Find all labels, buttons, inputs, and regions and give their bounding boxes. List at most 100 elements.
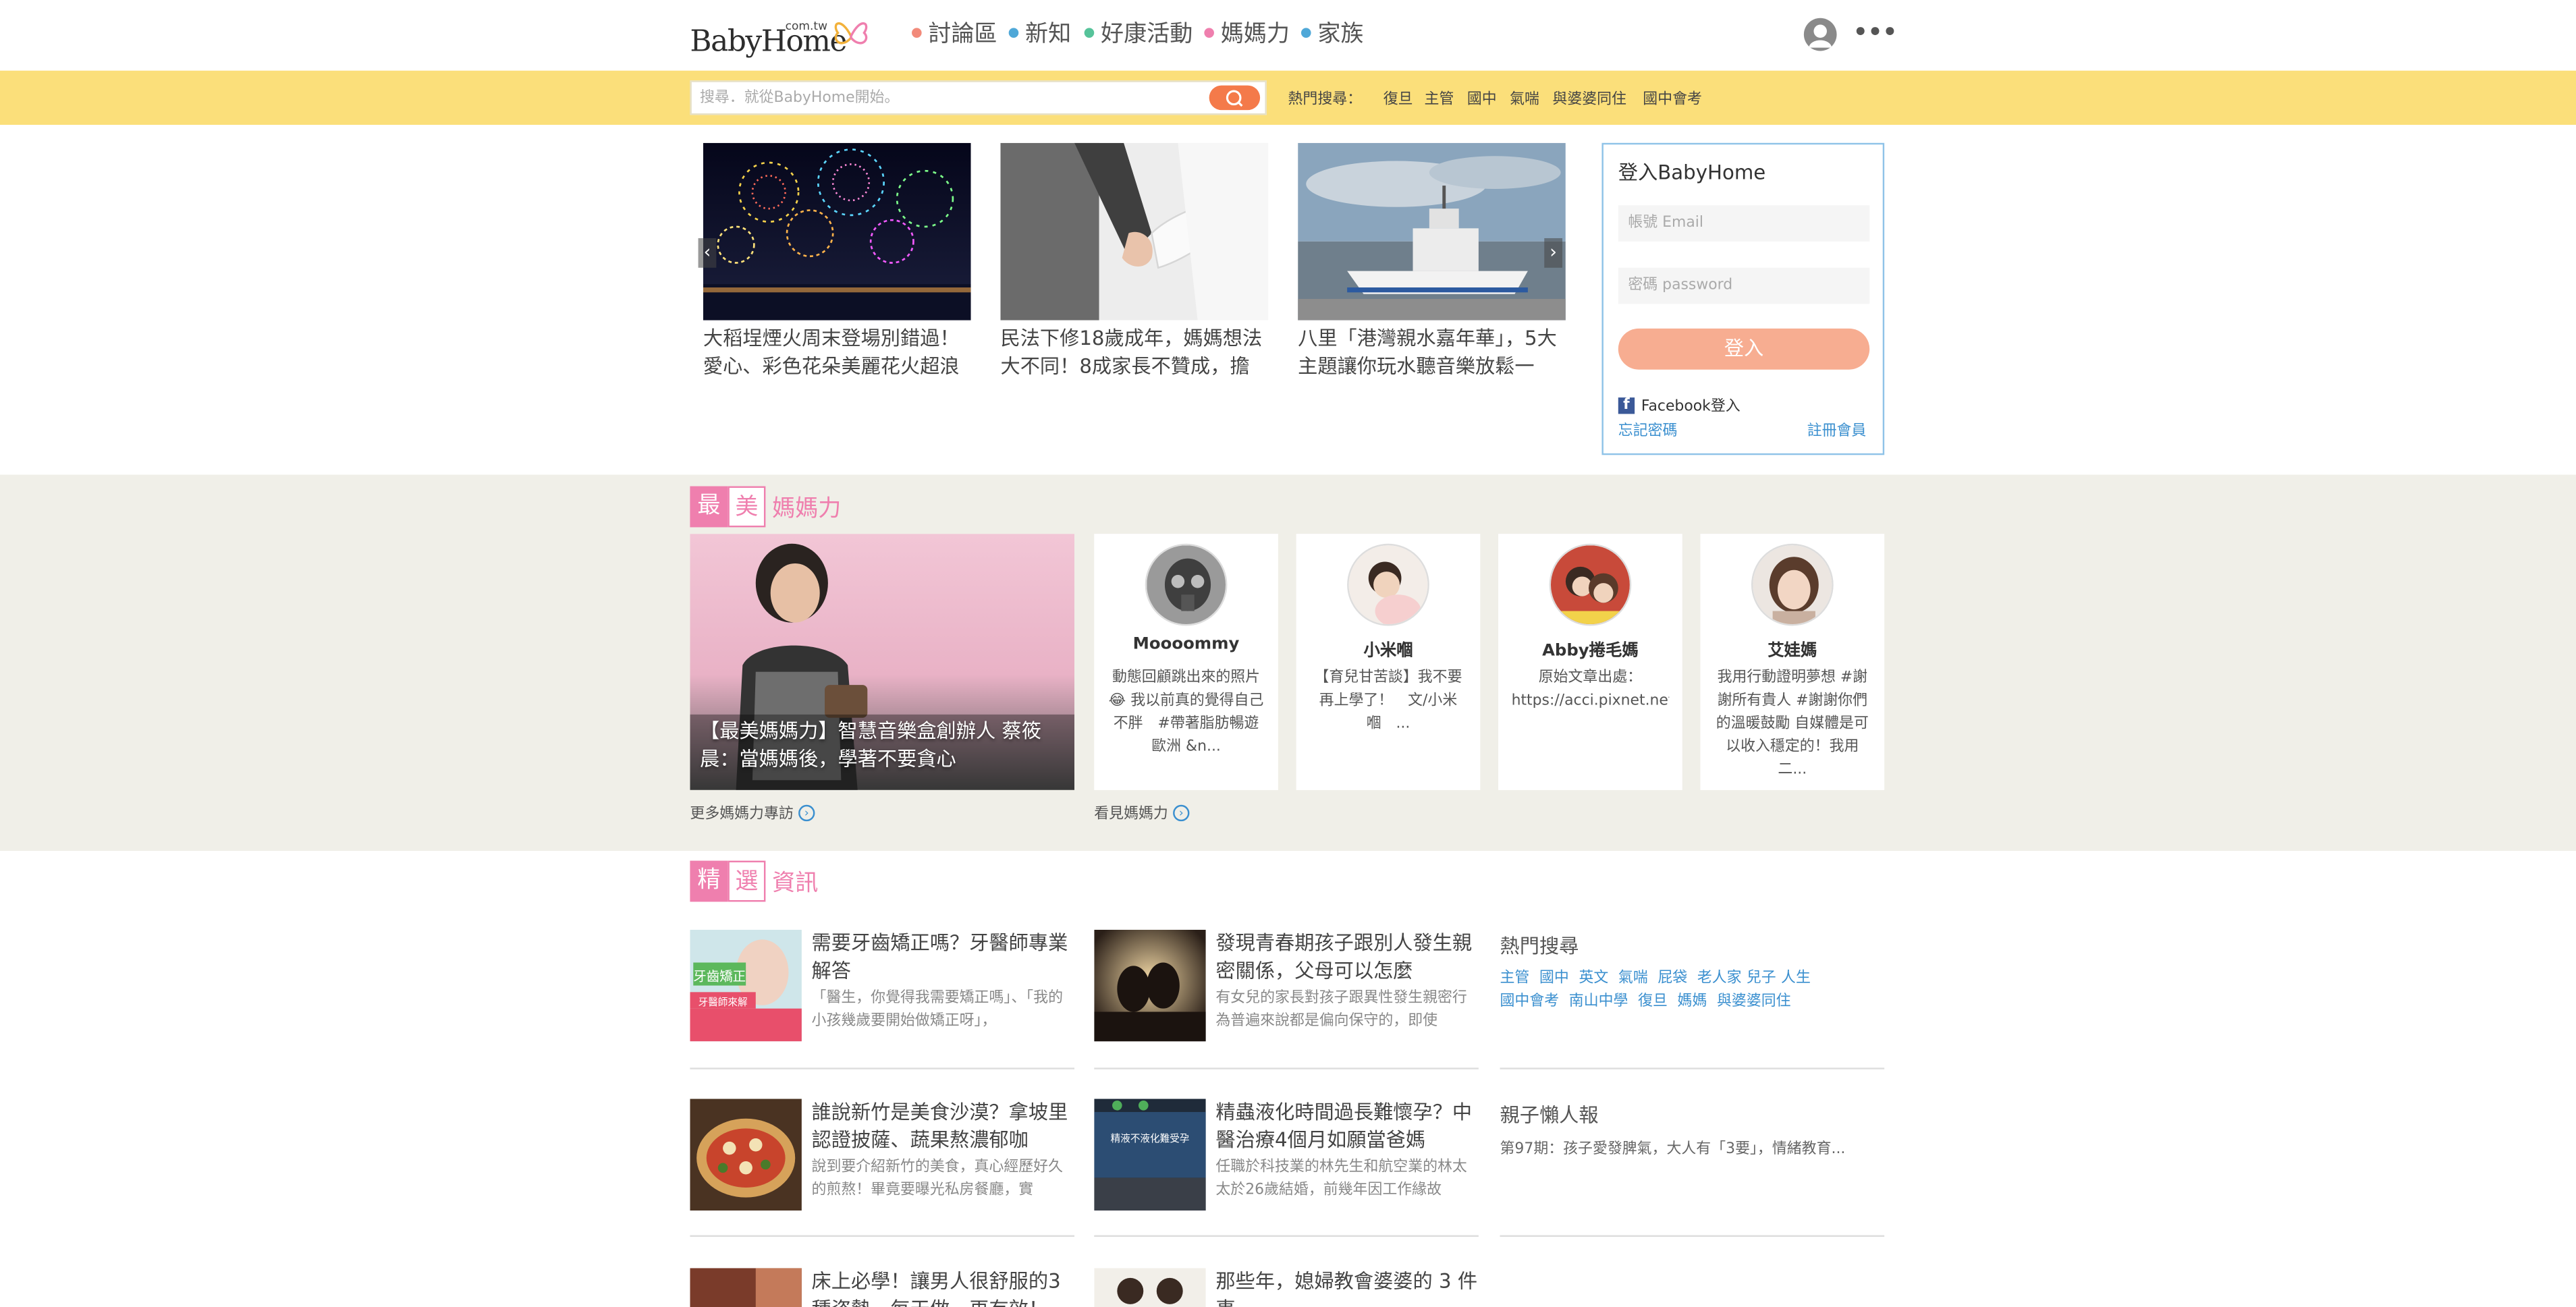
news-excerpt: 有女兒的家長對孩子跟異性發生親密行為普遍來說都是偏向保守的，即使 bbox=[1215, 990, 1467, 1030]
more-interviews-label: 更多媽媽力專訪 bbox=[690, 806, 794, 823]
divider bbox=[1094, 1235, 1479, 1238]
search-icon bbox=[1226, 90, 1243, 107]
news-title[interactable]: 發現青春期孩子跟別人發生親密關係，父母可以怎麼 bbox=[1215, 930, 1478, 986]
hot-keyword[interactable]: 國中會考 bbox=[1643, 87, 1702, 108]
hot-tag[interactable]: 人生 bbox=[1781, 971, 1811, 987]
news-thumbnail[interactable] bbox=[690, 1099, 802, 1211]
nav-forum[interactable]: 討論區 bbox=[912, 16, 997, 49]
nav-dot-icon bbox=[1204, 28, 1214, 38]
more-menu-icon[interactable]: ••• bbox=[1853, 20, 1897, 46]
hot-tag[interactable]: 英文 bbox=[1579, 971, 1608, 987]
slide-caption[interactable]: 大稻埕煙火周末登場別錯過！愛心、彩色花朵美麗花火超浪 bbox=[703, 325, 975, 385]
nav-forum-label: 討論區 bbox=[928, 21, 997, 48]
login-button[interactable]: 登入 bbox=[1618, 328, 1870, 370]
search-button[interactable] bbox=[1209, 85, 1261, 111]
blogger-excerpt: 我用行動證明夢想 #謝謝所有貴人 #謝謝你們的溫暖鼓勵 自媒體是可以收入穩定的！… bbox=[1716, 670, 1869, 779]
search-input[interactable] bbox=[700, 85, 1193, 112]
nav-dot-icon bbox=[1008, 28, 1019, 38]
login-panel: 登入BabyHome 登入 f Facebook登入 忘記密碼 註冊會員 bbox=[1601, 142, 1885, 455]
blogger-card[interactable]: 艾娃媽 我用行動證明夢想 #謝謝所有貴人 #謝謝你們的溫暖鼓勵 自媒體是可以收入… bbox=[1700, 534, 1885, 790]
hot-tag[interactable]: 與婆婆同住 bbox=[1717, 994, 1791, 1010]
slide-caption[interactable]: 八里「港灣親水嘉年華」，5大主題讓你玩水聽音樂放鬆一 bbox=[1298, 325, 1569, 385]
news-title[interactable]: 那些年，媳婦教會婆婆的 3 件事 bbox=[1215, 1268, 1478, 1307]
hot-tag[interactable]: 主管 bbox=[1500, 971, 1530, 987]
thumb-text: 牙齒矯正 bbox=[693, 968, 746, 984]
hot-search-tags: 主管 國中 英文 氣喘 屁袋 老人家 兒子 人生 國中會考 南山中學 復旦 媽媽 與婆婆同住 bbox=[1500, 968, 1885, 1013]
see-mom-power-label: 看見媽媽力 bbox=[1094, 806, 1168, 823]
section-title-char: 最 bbox=[690, 486, 728, 528]
carousel-prev-button[interactable]: ‹ bbox=[698, 238, 717, 268]
email-field[interactable] bbox=[1618, 205, 1870, 242]
divider bbox=[690, 1235, 1075, 1238]
hot-tag[interactable]: 氣喘 bbox=[1618, 971, 1648, 987]
babyhome-logo[interactable]: BabyHome com.tw bbox=[690, 13, 871, 59]
slide-image-fireworks[interactable] bbox=[703, 142, 971, 321]
hot-tag[interactable]: 國中 bbox=[1539, 971, 1569, 987]
nav-mom-power[interactable]: 媽媽力 bbox=[1204, 16, 1290, 49]
section-title-mom-power: 最 美 媽媽力 bbox=[690, 486, 841, 528]
news-excerpt: 說到要介紹新竹的美食，真心經歷好久的煎熬！畢竟要曝光私房餐廳，實 bbox=[811, 1159, 1064, 1200]
hot-keyword[interactable]: 復旦 bbox=[1383, 87, 1413, 108]
news-title[interactable]: 需要牙齒矯正嗎？牙醫師專業解答 bbox=[812, 930, 1074, 986]
chevron-right-icon: › bbox=[798, 804, 815, 821]
divider bbox=[1500, 1067, 1885, 1069]
slide-image-hands[interactable] bbox=[1000, 142, 1269, 321]
nav-news[interactable]: 新知 bbox=[1008, 16, 1072, 49]
nav-mom-power-label: 媽媽力 bbox=[1220, 21, 1290, 48]
facebook-login-link[interactable]: f Facebook登入 bbox=[1618, 394, 1741, 416]
carousel-next-button[interactable]: › bbox=[1544, 238, 1563, 268]
news-title[interactable]: 床上必學！讓男人很舒服的3種姿勢，每天做，再有效！ bbox=[812, 1268, 1074, 1307]
more-interviews-link[interactable]: 更多媽媽力專訪 › bbox=[690, 802, 815, 823]
login-title: 登入BabyHome bbox=[1618, 161, 1766, 184]
divider bbox=[1094, 1067, 1479, 1069]
password-field[interactable] bbox=[1618, 267, 1870, 304]
feature-article[interactable]: 【最美媽媽力】智慧音樂盒創辦人 蔡筱晨：當媽媽後，學著不要貪心 bbox=[690, 534, 1075, 790]
see-mom-power-link[interactable]: 看見媽媽力 › bbox=[1094, 802, 1190, 823]
blogger-name: 小米嗰 bbox=[1363, 642, 1413, 661]
news-title[interactable]: 誰說新竹是美食沙漠？拿坡里認證披薩、蔬果熬濃郁咖 bbox=[812, 1099, 1074, 1155]
forgot-password-link[interactable]: 忘記密碼 bbox=[1618, 419, 1678, 440]
hot-tag[interactable]: 兒子 bbox=[1747, 971, 1776, 987]
hot-keyword[interactable]: 主管 bbox=[1425, 87, 1454, 108]
register-link[interactable]: 註冊會員 bbox=[1807, 419, 1867, 440]
hot-tag[interactable]: 復旦 bbox=[1638, 994, 1668, 1010]
weekly-report-text[interactable]: 第97期：孩子愛發脾氣，大人有「3要」，情緒教育... bbox=[1500, 1137, 1885, 1158]
hot-keyword[interactable]: 與婆婆同住 bbox=[1552, 87, 1626, 108]
blogger-excerpt: 【育兒甘苦談】我不要再上學了！ 文/小米嗰 ... bbox=[1314, 670, 1462, 733]
nav-news-label: 新知 bbox=[1025, 21, 1072, 48]
nav-events[interactable]: 好康活動 bbox=[1084, 16, 1193, 49]
slide-image-ship[interactable] bbox=[1298, 142, 1566, 321]
news-thumbnail[interactable] bbox=[1094, 929, 1206, 1042]
blogger-avatar bbox=[1751, 543, 1834, 626]
hot-tag[interactable]: 媽媽 bbox=[1678, 994, 1707, 1010]
news-thumbnail[interactable]: 牙齒矯正 牙醫師來解 bbox=[690, 929, 802, 1042]
nav-family[interactable]: 家族 bbox=[1300, 16, 1364, 49]
blogger-name: Abby捲毛媽 bbox=[1542, 642, 1639, 661]
blogger-excerpt: 動態回顧跳出來的照片😂 我以前真的覺得自己不胖 #帶著脂肪暢遊歐洲 &n... bbox=[1108, 670, 1264, 756]
hot-search-heading: 熱門搜尋 bbox=[1500, 935, 1579, 958]
section-title-char: 美 bbox=[728, 486, 766, 528]
nav-dot-icon bbox=[1084, 28, 1095, 38]
hot-tag[interactable]: 老人家 bbox=[1697, 971, 1742, 987]
thumb-text: 牙醫師來解 bbox=[698, 997, 748, 1008]
hot-tag[interactable]: 屁袋 bbox=[1657, 971, 1687, 987]
blogger-excerpt: 原始文章出處：https://acci.pixnet.net/b bbox=[1511, 670, 1670, 710]
hot-keyword[interactable]: 氣喘 bbox=[1510, 87, 1539, 108]
slide-caption[interactable]: 民法下修18歲成年，媽媽想法大不同！8成家長不贊成，擔 bbox=[1000, 325, 1271, 385]
nav-family-label: 家族 bbox=[1317, 21, 1364, 48]
news-thumbnail[interactable]: 精液不液化難受孕 bbox=[1094, 1099, 1206, 1211]
section-title-rest: 媽媽力 bbox=[772, 495, 842, 522]
blogger-card[interactable]: Abby捲毛媽 原始文章出處：https://acci.pixnet.net/b bbox=[1498, 534, 1682, 790]
hot-keyword[interactable]: 國中 bbox=[1467, 87, 1497, 108]
hot-tag[interactable]: 國中會考 bbox=[1500, 994, 1560, 1010]
blogger-card[interactable]: Moooommy 動態回顧跳出來的照片😂 我以前真的覺得自己不胖 #帶著脂肪暢遊… bbox=[1094, 534, 1278, 790]
logo-suffix: com.tw bbox=[785, 20, 828, 33]
hot-tag[interactable]: 南山中學 bbox=[1569, 994, 1628, 1010]
nav-events-label: 好康活動 bbox=[1100, 21, 1193, 48]
news-thumbnail[interactable] bbox=[690, 1268, 802, 1307]
user-avatar-icon[interactable] bbox=[1803, 18, 1837, 51]
news-title[interactable]: 精蟲液化時間過長難懷孕？中醫治療4個月如願當爸媽 bbox=[1215, 1099, 1478, 1155]
news-thumbnail[interactable] bbox=[1094, 1268, 1206, 1307]
facebook-login-label: Facebook登入 bbox=[1641, 399, 1741, 416]
blogger-card[interactable]: 小米嗰 【育兒甘苦談】我不要再上學了！ 文/小米嗰 ... bbox=[1296, 534, 1481, 790]
